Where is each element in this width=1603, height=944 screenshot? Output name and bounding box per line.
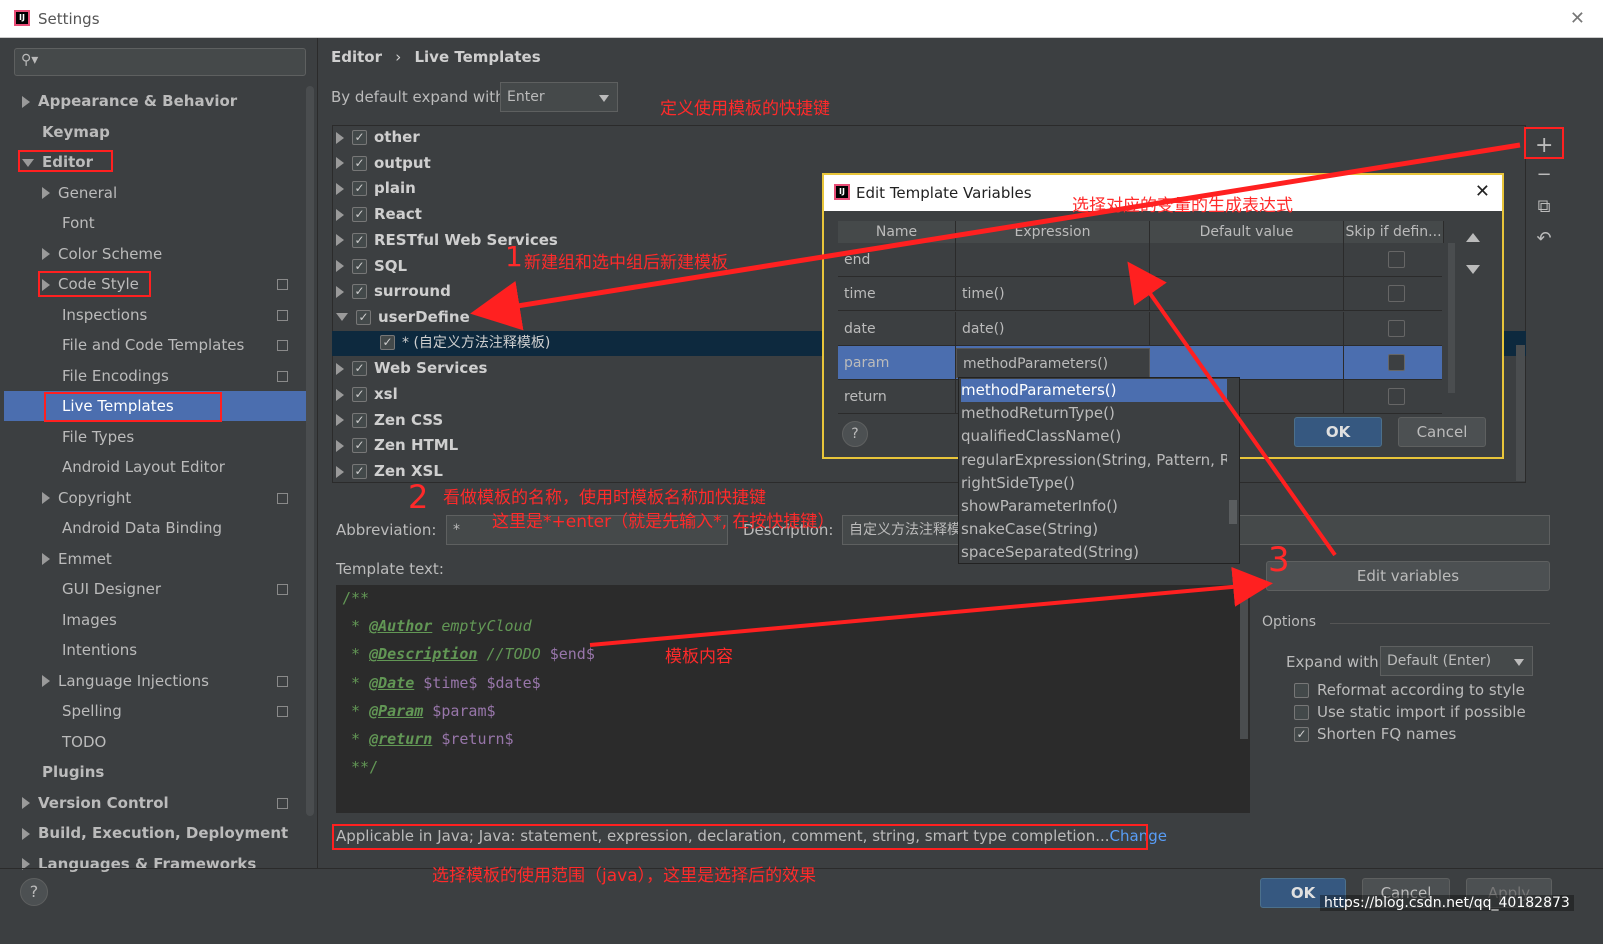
arrow-to-userdefine (470, 142, 1521, 331)
annotation-arrows (470, 142, 1521, 647)
arrow-to-expression (1127, 261, 1337, 557)
arrow-to-edit-variables (589, 566, 1273, 647)
